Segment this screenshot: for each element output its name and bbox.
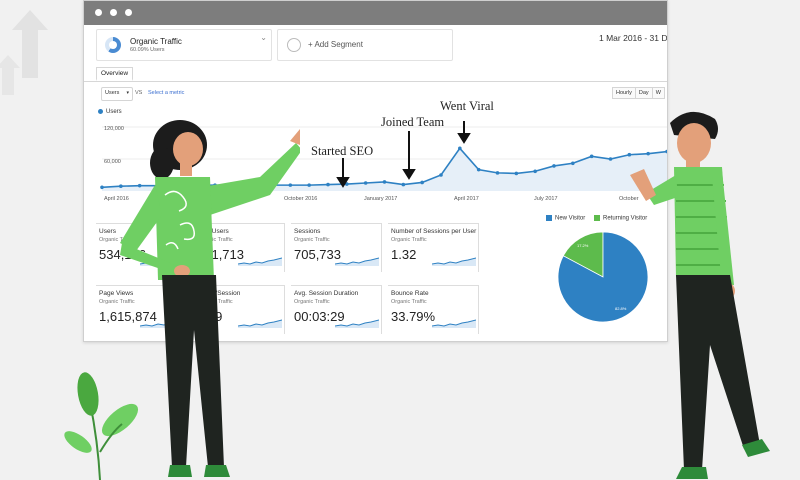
data-point xyxy=(495,171,500,175)
pie-label-returning: 17.2% xyxy=(577,243,589,248)
time-granularity-group: Hourly Day W xyxy=(612,87,665,99)
data-point xyxy=(514,171,519,176)
metric-dropdown[interactable]: Users ▾ xyxy=(101,87,133,101)
metric-label: Avg. Session Duration xyxy=(294,290,359,297)
x-tick-label: January 2017 xyxy=(364,196,397,202)
segment-subtitle: 60.09% Users xyxy=(130,47,165,53)
metric-value: 33.79% xyxy=(391,309,436,324)
metric-label: Bounce Rate xyxy=(391,290,429,297)
donut-icon xyxy=(105,37,121,53)
data-point xyxy=(589,154,594,159)
man-presenting-illustration xyxy=(630,111,770,479)
week-button[interactable]: W xyxy=(651,87,665,99)
data-point xyxy=(476,167,481,172)
data-point xyxy=(382,180,387,184)
metric-card[interactable]: Avg. Session Duration Organic Traffic 00:0… xyxy=(291,285,382,334)
metric-dropdown-label: Users xyxy=(105,90,120,96)
annotation-joined-team: Joined Team xyxy=(381,115,445,129)
metric-label: Number of Sessions per User xyxy=(391,228,477,235)
add-segment-button[interactable]: + Add Segment xyxy=(277,29,453,61)
metric-card[interactable]: Bounce Rate Organic Traffic 33.79% xyxy=(388,285,479,334)
hourly-button[interactable]: Hourly xyxy=(612,87,636,99)
vs-label: VS xyxy=(135,90,143,96)
date-range-picker[interactable]: 1 Mar 2016 - 31 D xyxy=(599,33,667,43)
data-point xyxy=(345,182,349,186)
data-point xyxy=(458,146,462,151)
metric-card[interactable]: Sessions Organic Traffic 705,733 xyxy=(291,223,382,272)
caret-down-icon: ▾ xyxy=(126,90,129,96)
select-metric-link[interactable]: Select a metric xyxy=(148,90,184,96)
data-point xyxy=(571,161,575,166)
chevron-down-icon[interactable]: ⌄ xyxy=(260,33,267,42)
metric-sparkline xyxy=(432,319,476,328)
segment-organic-traffic[interactable]: Organic Traffic 60.09% Users ⌄ xyxy=(96,29,272,61)
x-tick-label: April 2017 xyxy=(454,196,479,202)
annotation-started-seo: Started SEO xyxy=(311,144,374,158)
window-titlebar xyxy=(84,1,667,25)
pie-legend-new: New Visitor xyxy=(546,215,585,222)
metric-sparkline xyxy=(335,319,379,328)
data-point xyxy=(363,181,368,185)
data-point xyxy=(100,185,104,190)
data-point xyxy=(307,183,311,187)
metric-sub: Organic Traffic xyxy=(391,237,427,243)
segment-title: Organic Traffic xyxy=(130,37,182,46)
metric-card[interactable]: Number of Sessions per User Organic Traff… xyxy=(388,223,479,272)
tab-overview[interactable]: Overview xyxy=(96,67,134,81)
metric-value: 1.32 xyxy=(391,247,417,262)
pie-legend-label: New Visitor xyxy=(555,215,586,222)
x-tick-label: July 2017 xyxy=(534,196,558,202)
circle-icon xyxy=(287,38,301,52)
metric-value: 705,733 xyxy=(294,247,341,262)
data-point xyxy=(439,173,443,177)
data-point xyxy=(326,182,330,187)
annotation-went-viral: Went Viral xyxy=(440,99,494,113)
legend-swatch xyxy=(594,215,600,221)
background-arrow-icon xyxy=(0,10,48,95)
window-dot-icon[interactable] xyxy=(110,9,117,16)
metric-sub: Organic Traffic xyxy=(391,299,427,305)
window-dot-icon[interactable] xyxy=(95,9,102,16)
add-segment-label: + Add Segment xyxy=(308,40,363,49)
legend-swatch xyxy=(546,215,552,221)
data-point xyxy=(533,169,537,174)
data-point xyxy=(401,182,406,187)
data-point xyxy=(420,180,424,185)
tab-divider xyxy=(84,81,667,82)
plant-illustration xyxy=(64,372,139,480)
data-point xyxy=(552,164,556,168)
metric-sparkline xyxy=(432,257,476,266)
metric-sparkline xyxy=(335,257,379,266)
window-dot-icon[interactable] xyxy=(125,9,132,16)
day-button[interactable]: Day xyxy=(634,87,653,99)
